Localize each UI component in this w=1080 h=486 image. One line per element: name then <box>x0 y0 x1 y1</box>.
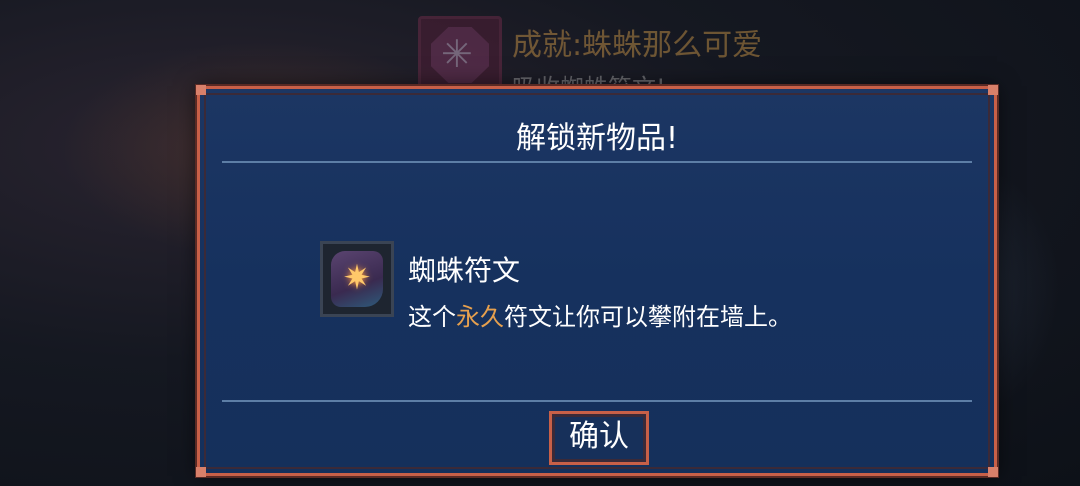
corner-ornament <box>196 85 206 95</box>
divider <box>222 400 972 402</box>
corner-ornament <box>988 85 998 95</box>
spider-rune-icon: ✷ <box>320 241 394 317</box>
description-text: 符文让你可以攀附在墙上。 <box>504 303 792 331</box>
description-highlight: 永久 <box>456 303 504 331</box>
spider-badge-icon: ✳ <box>418 16 502 94</box>
item-name: 蜘蛛符文 <box>408 254 521 287</box>
unlock-dialog: 解锁新物品! ✷ 蜘蛛符文 这个永久符文让你可以攀附在墙上。 确认 <box>196 85 998 477</box>
dialog-title: 解锁新物品! <box>515 121 679 156</box>
divider <box>222 161 972 163</box>
achievement-title: 成就:蛛蛛那么可爱 <box>512 28 763 63</box>
corner-ornament <box>988 467 998 477</box>
item-description: 这个永久符文让你可以攀附在墙上。 <box>408 297 792 332</box>
achievement-toast: ✳ 成就:蛛蛛那么可爱 吸收蜘蛛符文! <box>418 14 1018 102</box>
confirm-button[interactable]: 确认 <box>549 411 649 465</box>
description-text: 这个 <box>408 303 456 331</box>
corner-ornament <box>196 467 206 477</box>
